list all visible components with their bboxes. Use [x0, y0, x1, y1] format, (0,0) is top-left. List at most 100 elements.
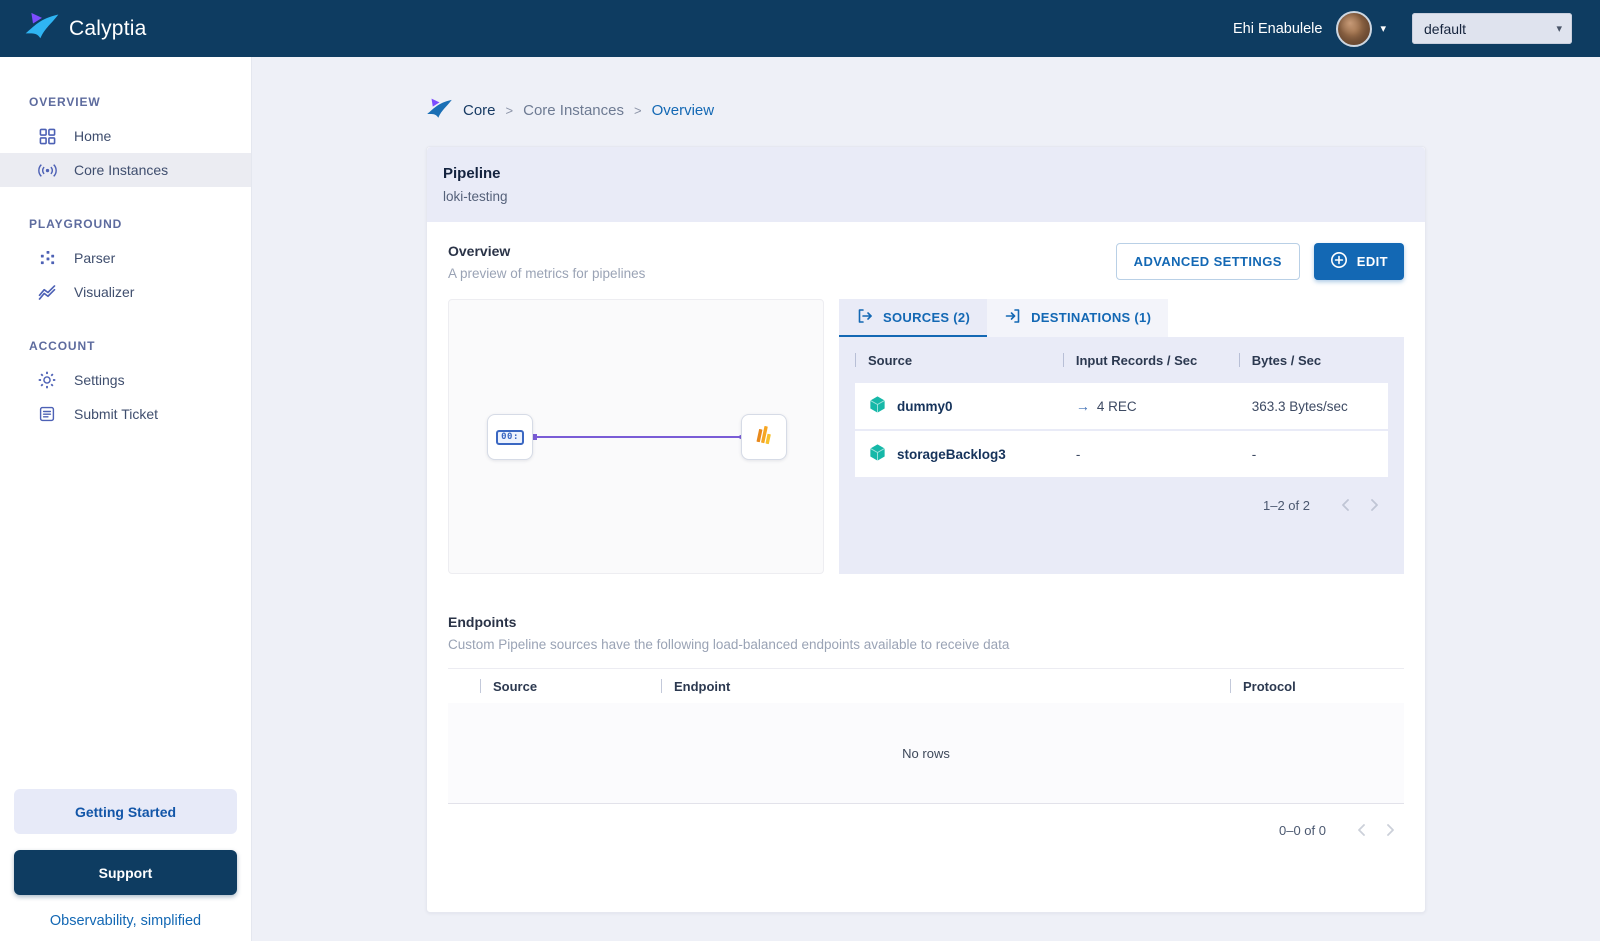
endpoints-col-endpoint: Endpoint [661, 679, 1230, 694]
plugin-hexagon-icon [868, 443, 887, 465]
pipeline-card: Pipeline loki-testing Overview A preview… [426, 146, 1426, 913]
destination-in-icon [1004, 307, 1022, 328]
pagination-next-icon[interactable] [1360, 491, 1388, 519]
parser-dots-icon [36, 248, 58, 268]
edit-label: EDIT [1356, 254, 1388, 269]
support-button[interactable]: Support [14, 850, 237, 895]
pipeline-edge [531, 434, 743, 440]
breadcrumb-separator: > [634, 103, 642, 118]
bytes-value: 363.3 Bytes/sec [1251, 398, 1348, 414]
source-out-icon [856, 307, 874, 328]
sidebar-section-overview: OVERVIEW [29, 95, 101, 109]
endpoints-subtitle: Custom Pipeline sources have the followi… [448, 637, 1010, 652]
sidebar-item-label: Submit Ticket [74, 406, 159, 422]
overview-subtitle: A preview of metrics for pipelines [448, 266, 646, 281]
sources-destinations-tabs: SOURCES (2) DESTINATIONS (1) [839, 299, 1404, 337]
source-row-storagebacklog3[interactable]: storageBacklog3 - - [855, 431, 1388, 477]
breadcrumb: Core > Core Instances > Overview [426, 97, 1426, 124]
sidebar-section-account: ACCOUNT [29, 339, 96, 353]
pipeline-diagram: 00: [448, 299, 824, 574]
plus-circle-icon [1330, 251, 1348, 272]
endpoints-empty-state: No rows [448, 703, 1404, 804]
workspace-select-value: default [1424, 20, 1467, 37]
sources-table: Source Input Records / Sec Bytes / Sec d… [839, 337, 1404, 574]
plugin-hexagon-icon [868, 395, 887, 417]
main-area: Core > Core Instances > Overview Pipelin… [252, 57, 1600, 941]
avatar[interactable] [1336, 10, 1373, 47]
sources-pagination: 1–2 of 2 [855, 479, 1388, 531]
sidebar-item-label: Visualizer [74, 284, 135, 300]
breadcrumb-separator: > [505, 103, 514, 118]
endpoints-title: Endpoints [448, 614, 517, 630]
broadcast-icon [36, 160, 58, 180]
breadcrumb-overview: Overview [651, 102, 715, 119]
destination-node[interactable] [741, 414, 787, 460]
sidebar-item-settings[interactable]: Settings [0, 363, 251, 397]
pipeline-name: loki-testing [443, 189, 508, 204]
endpoints-col-source: Source [480, 679, 661, 694]
sources-pagination-label: 1–2 of 2 [1263, 497, 1310, 513]
tab-sources[interactable]: SOURCES (2) [839, 299, 988, 337]
sources-col-source: Source [855, 353, 1063, 368]
ticket-document-icon [36, 404, 58, 424]
overview-title: Overview [448, 243, 511, 259]
edit-button[interactable]: EDIT [1313, 243, 1404, 280]
loki-icon [754, 424, 774, 451]
sources-col-bytes: Bytes / Sec [1239, 353, 1388, 368]
pagination-next-icon[interactable] [1376, 816, 1404, 844]
pagination-prev-icon[interactable] [1332, 491, 1360, 519]
source-node[interactable]: 00: [487, 414, 533, 460]
sidebar-item-label: Settings [74, 372, 125, 388]
advanced-settings-button[interactable]: ADVANCED SETTINGS [1115, 243, 1300, 280]
input-records-value: - [1075, 446, 1081, 462]
endpoints-col-protocol: Protocol [1230, 679, 1404, 694]
topbar-right: Ehi Enabulele ▾ default ▾ [1232, 10, 1572, 47]
no-rows-text: No rows [902, 745, 950, 761]
advanced-settings-label: ADVANCED SETTINGS [1133, 254, 1282, 269]
sidebar-item-core-instances[interactable]: Core Instances [0, 153, 251, 187]
getting-started-button[interactable]: Getting Started [14, 789, 237, 834]
sidebar-bottom: Getting Started Support Observability, s… [0, 789, 251, 941]
gear-icon [36, 370, 58, 390]
sidebar-item-label: Home [74, 128, 112, 144]
sidebar: OVERVIEW Home Core Instances PLAYGROUND … [0, 57, 252, 941]
source-name[interactable]: dummy0 [897, 399, 953, 414]
dummy-counter-icon: 00: [496, 429, 524, 445]
visualizer-chart-icon [36, 282, 58, 302]
endpoints-pagination-label: 0–0 of 0 [1279, 822, 1326, 838]
workspace-select-caret-icon: ▾ [1556, 23, 1562, 35]
topbar: Calyptia Ehi Enabulele ▾ default ▾ [0, 0, 1600, 57]
endpoints-table: Source Endpoint Protocol No rows 0–0 of … [448, 668, 1404, 856]
source-row-dummy0[interactable]: dummy0 → 4 REC 363.3 Bytes/sec [855, 383, 1388, 429]
calyptia-logo-icon [24, 11, 60, 47]
brand: Calyptia [24, 11, 146, 47]
tab-sources-label: SOURCES (2) [883, 309, 971, 325]
tab-destinations[interactable]: DESTINATIONS (1) [987, 299, 1169, 337]
input-records-value: 4 REC [1096, 398, 1137, 414]
pipeline-title: Pipeline [443, 165, 501, 182]
breadcrumb-core[interactable]: Core [463, 102, 496, 119]
tab-destinations-label: DESTINATIONS (1) [1031, 309, 1152, 325]
user-menu-caret-icon[interactable]: ▾ [1380, 22, 1386, 35]
sidebar-item-home[interactable]: Home [0, 119, 251, 153]
sidebar-item-parser[interactable]: Parser [0, 241, 251, 275]
user-name: Ehi Enabulele [1232, 20, 1323, 37]
source-name[interactable]: storageBacklog3 [897, 447, 1006, 462]
bytes-value: - [1251, 446, 1257, 462]
sidebar-section-playground: PLAYGROUND [29, 217, 123, 231]
endpoints-section: Endpoints Custom Pipeline sources have t… [448, 614, 1404, 856]
sidebar-item-submit-ticket[interactable]: Submit Ticket [0, 397, 251, 431]
breadcrumb-logo-icon [426, 97, 453, 124]
grid-icon [36, 126, 58, 146]
sidebar-item-visualizer[interactable]: Visualizer [0, 275, 251, 309]
sidebar-item-label: Parser [74, 250, 116, 266]
brand-name: Calyptia [69, 16, 147, 40]
sidebar-item-label: Core Instances [74, 162, 169, 178]
workspace-select[interactable]: default ▾ [1412, 13, 1572, 44]
pagination-prev-icon[interactable] [1348, 816, 1376, 844]
endpoints-pagination: 0–0 of 0 [448, 804, 1404, 856]
breadcrumb-core-instances[interactable]: Core Instances [523, 102, 624, 119]
sources-col-input-records: Input Records / Sec [1063, 353, 1239, 368]
pipeline-card-header: Pipeline loki-testing [427, 147, 1425, 222]
tagline: Observability, simplified [49, 913, 202, 929]
